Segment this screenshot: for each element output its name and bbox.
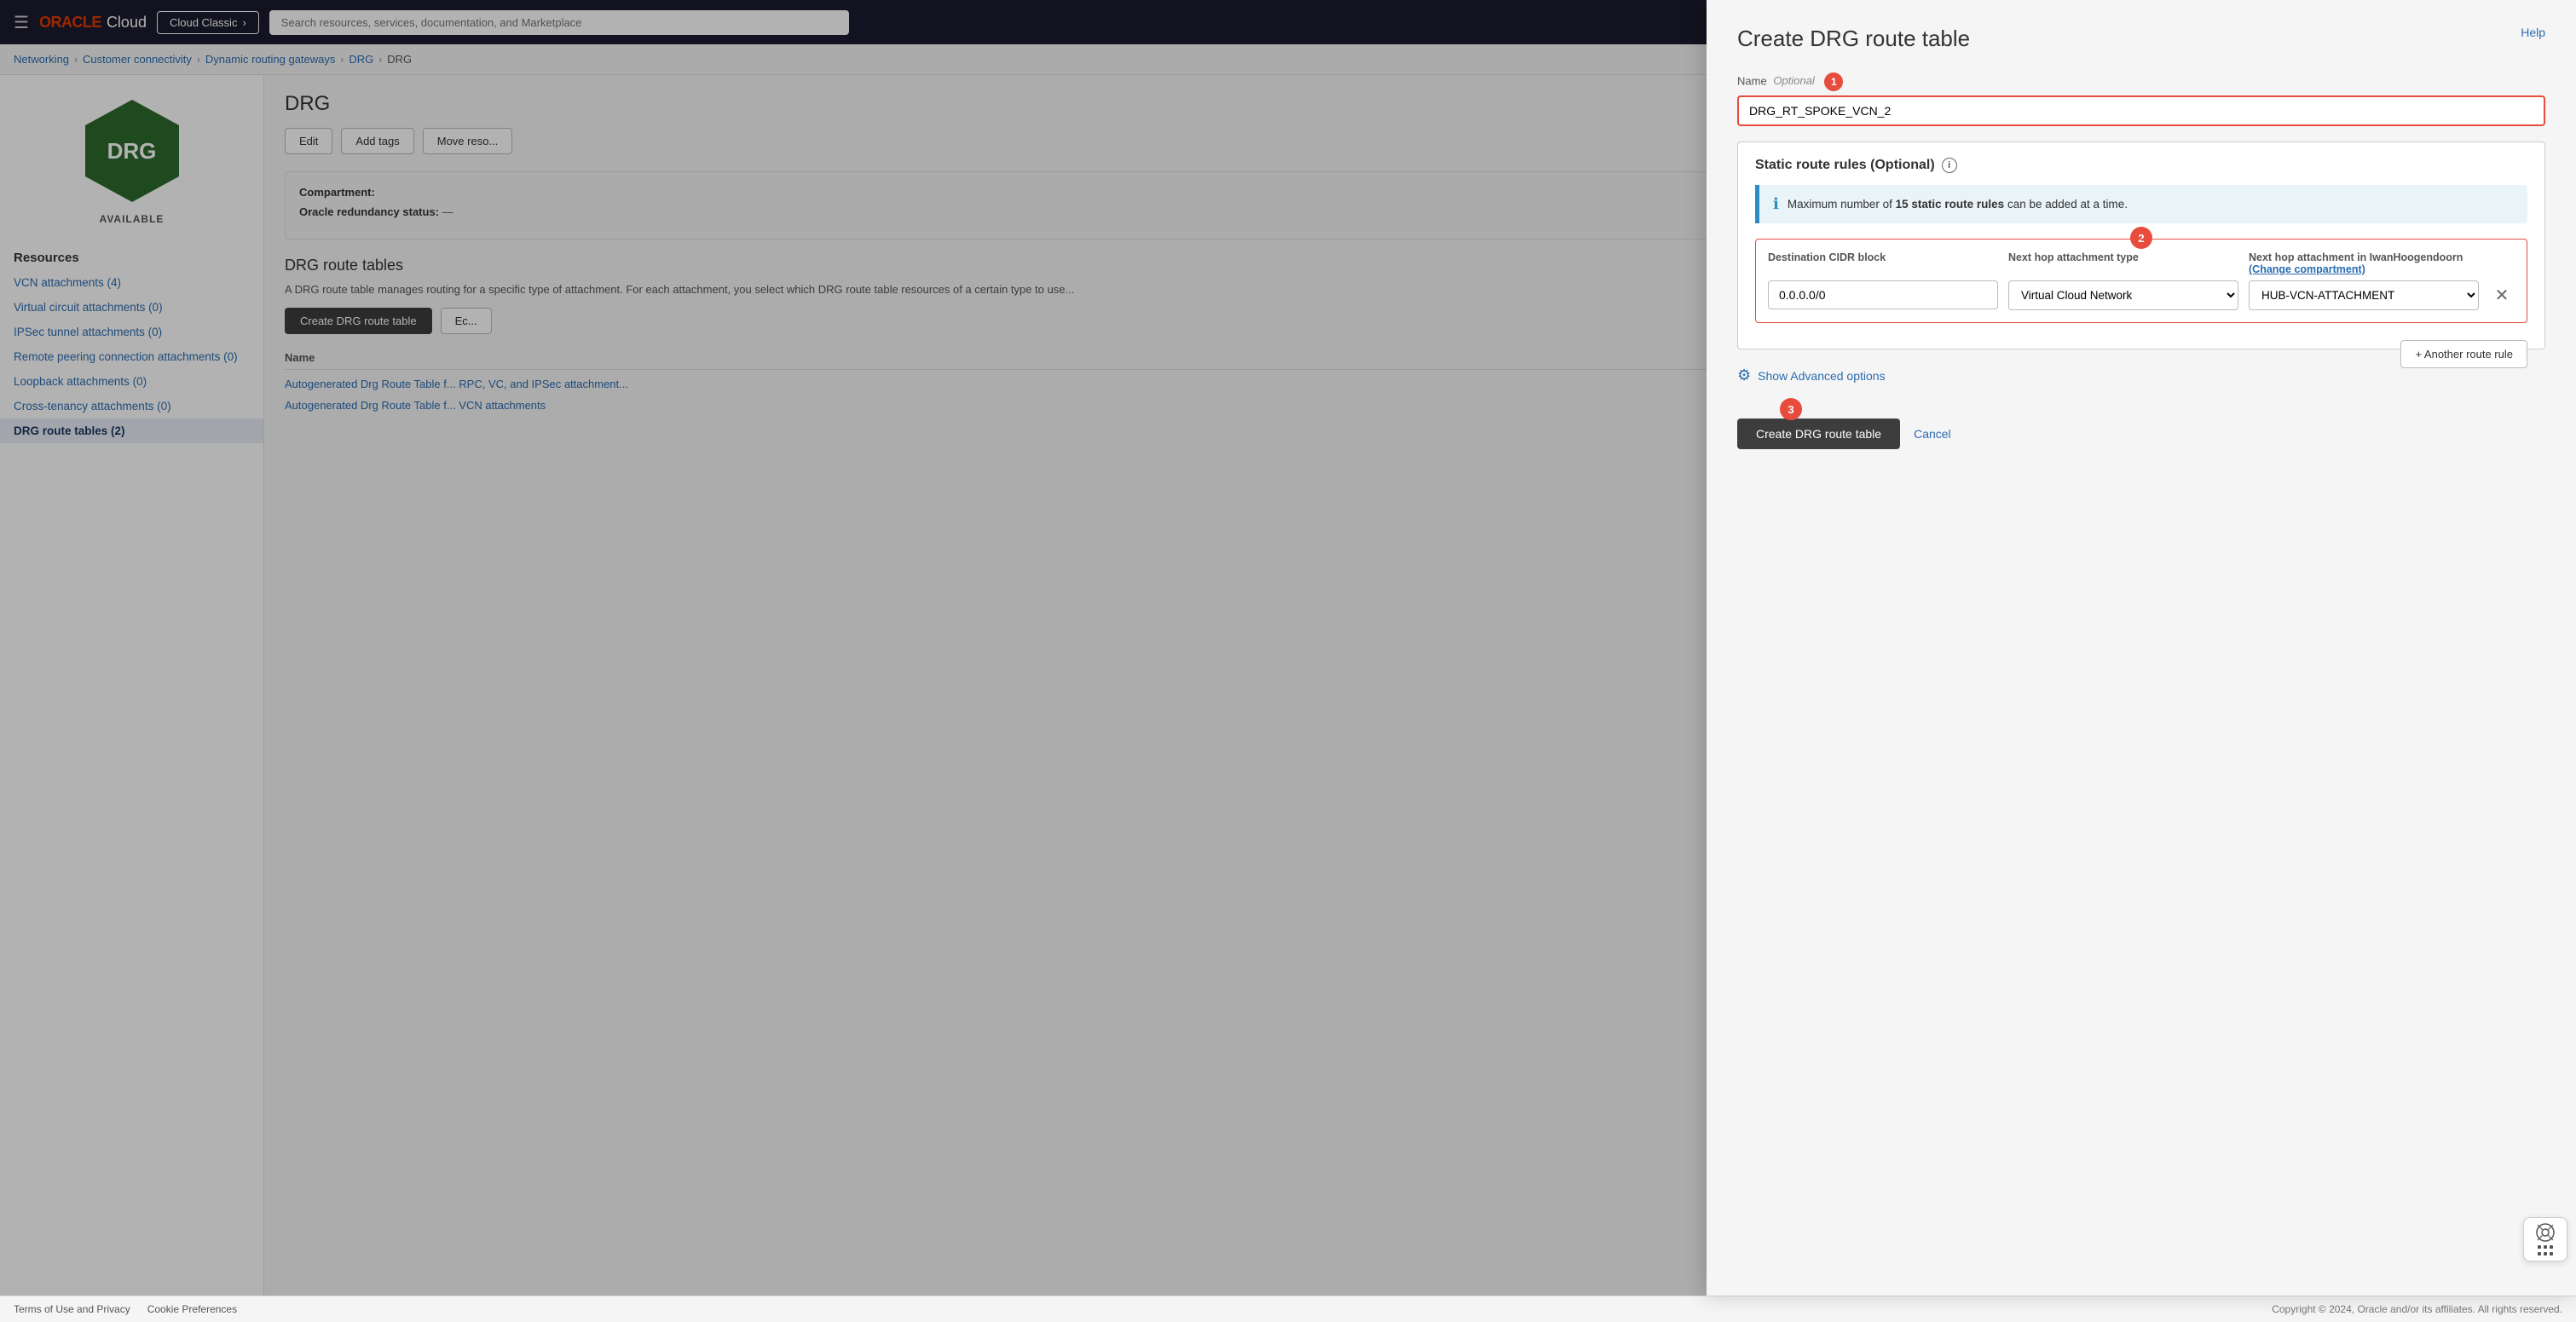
create-drg-route-table-modal-button[interactable]: Create DRG route table	[1737, 419, 1900, 449]
route-rules-title: Static route rules (Optional) i	[1755, 158, 2527, 173]
step-3-badge: 3	[1780, 398, 1802, 420]
modal-footer: 3 Create DRG route table Cancel	[1737, 410, 2545, 449]
dest-cidr-input[interactable]	[1768, 280, 1998, 309]
show-advanced-options[interactable]: ⚙ Show Advanced options	[1737, 367, 2400, 384]
modal-overlay: Create DRG route table Help Name Optiona…	[0, 0, 2576, 1296]
route-rule-wrapper: 2 Destination CIDR block Next hop attach…	[1755, 239, 2527, 323]
route-rules-section: Static route rules (Optional) i ℹ Maximu…	[1737, 141, 2545, 349]
modal-panel: Create DRG route table Help Name Optiona…	[1707, 0, 2576, 1296]
info-banner: ℹ Maximum number of 15 static route rule…	[1755, 185, 2527, 223]
show-advanced-label: Show Advanced options	[1758, 369, 1885, 383]
copyright-text: Copyright © 2024, Oracle and/or its affi…	[2272, 1303, 2562, 1315]
cancel-button[interactable]: Cancel	[1914, 427, 1951, 441]
info-banner-icon: ℹ	[1773, 195, 1779, 213]
dest-cidr-header: Destination CIDR block	[1768, 251, 1998, 275]
route-rule-grid-header: Destination CIDR block Next hop attachme…	[1768, 251, 2515, 275]
add-another-rule-button[interactable]: + Another route rule	[2400, 340, 2527, 368]
info-banner-text: Maximum number of 15 static route rules …	[1788, 198, 2128, 211]
cookies-link[interactable]: Cookie Preferences	[147, 1303, 237, 1315]
name-input[interactable]	[1737, 95, 2545, 126]
next-hop-attachment-select[interactable]: HUB-VCN-ATTACHMENT	[2249, 280, 2479, 310]
sliders-icon: ⚙	[1737, 367, 1751, 384]
terms-link[interactable]: Terms of Use and Privacy	[14, 1303, 130, 1315]
next-hop-attachment-header: Next hop attachment in IwanHoogendoorn (…	[2249, 251, 2479, 275]
route-rule-grid: Virtual Cloud Network IPSec Tunnel Virtu…	[1768, 280, 2515, 310]
footer-bar: Terms of Use and Privacy Cookie Preferen…	[0, 1296, 2576, 1322]
name-form-group: Name Optional 1	[1737, 72, 2545, 126]
info-circle-icon[interactable]: i	[1942, 158, 1957, 173]
help-link[interactable]: Help	[2521, 26, 2545, 39]
next-hop-type-header: Next hop attachment type	[2008, 251, 2238, 275]
next-hop-type-select[interactable]: Virtual Cloud Network IPSec Tunnel Virtu…	[2008, 280, 2238, 310]
close-rule-button[interactable]: ✕	[2489, 285, 2515, 306]
name-label: Name Optional 1	[1737, 72, 2545, 91]
grid-icon	[2537, 1244, 2554, 1256]
modal-title: Create DRG route table	[1737, 26, 2545, 52]
route-rule-container: Destination CIDR block Next hop attachme…	[1755, 239, 2527, 323]
help-float-button[interactable]	[2523, 1217, 2567, 1261]
life-ring-icon	[2535, 1222, 2556, 1243]
change-compartment-link[interactable]: (Change compartment)	[2249, 263, 2365, 275]
step-1-badge: 1	[1824, 72, 1843, 91]
